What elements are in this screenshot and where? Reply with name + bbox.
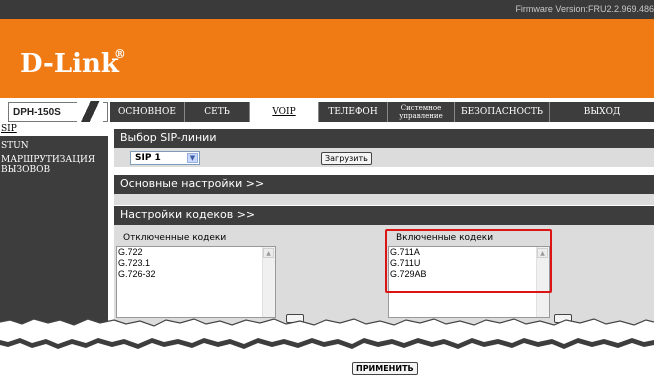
chevron-down-icon[interactable]: ▼ bbox=[187, 153, 198, 163]
sip-line-title: Выбор SIP-линии bbox=[120, 131, 217, 144]
sidebar-item-stun[interactable]: STUN bbox=[0, 139, 108, 153]
model-name: DPH-150S bbox=[13, 107, 61, 118]
list-item[interactable]: G.723.1 bbox=[117, 258, 275, 269]
codec-settings-header[interactable]: Настройки кодеков >> bbox=[114, 206, 654, 225]
firmware-bar: Firmware Version:FRU2.2.969.486 bbox=[0, 0, 654, 19]
scroll-up-icon[interactable]: ▲ bbox=[263, 248, 274, 258]
basic-settings-title: Основные настройки >> bbox=[120, 177, 265, 190]
disabled-codecs-label: Отключенные кодеки bbox=[123, 233, 227, 243]
sidebar-item-call-routing[interactable]: МАРШРУТИЗАЦИЯ ВЫЗОВОВ bbox=[0, 153, 108, 177]
list-item[interactable]: G.722 bbox=[117, 247, 275, 258]
sip-line-select[interactable]: SIP 1 ▼ bbox=[130, 151, 200, 165]
list-item[interactable]: G.726-32 bbox=[117, 269, 275, 280]
model-label: DPH-150S bbox=[8, 101, 108, 123]
tab-phone[interactable]: ТЕЛЕФОН bbox=[319, 102, 388, 122]
tab-basic[interactable]: ОСНОВНОЕ bbox=[110, 102, 185, 122]
apply-button[interactable]: ПРИМЕНИТЬ bbox=[352, 362, 418, 375]
basic-settings-header[interactable]: Основные настройки >> bbox=[114, 175, 654, 194]
main-nav: ОСНОВНОЕ СЕТЬ VOIP ТЕЛЕФОН Системное упр… bbox=[110, 102, 654, 122]
sidebar-item-sip[interactable]: SIP bbox=[0, 122, 108, 136]
codec-settings-title: Настройки кодеков >> bbox=[120, 208, 256, 221]
basic-settings-body bbox=[114, 194, 654, 205]
disabled-codecs-list[interactable]: G.722 G.723.1 G.726-32 ▲ bbox=[116, 246, 276, 318]
slash-decoration bbox=[77, 101, 103, 123]
footer-area: ПРИМЕНИТЬ bbox=[0, 352, 654, 383]
tab-security[interactable]: БЕЗОПАСНОСТЬ bbox=[455, 102, 550, 122]
dlink-logo: D-Link ® bbox=[20, 47, 126, 79]
firmware-version: Firmware Version:FRU2.2.969.486 bbox=[515, 4, 654, 14]
brand-bar: D-Link ® bbox=[0, 19, 654, 98]
load-button[interactable]: Загрузить bbox=[321, 152, 372, 165]
tab-voip[interactable]: VOIP bbox=[250, 102, 319, 122]
tab-logout[interactable]: ВЫХОД bbox=[550, 102, 654, 122]
torn-edge-decoration bbox=[0, 318, 654, 352]
sip-line-selected-value: SIP 1 bbox=[135, 153, 161, 163]
tab-network[interactable]: СЕТЬ bbox=[185, 102, 250, 122]
tab-system-management[interactable]: Системное управление bbox=[388, 102, 455, 122]
enabled-codecs-highlight bbox=[385, 229, 552, 293]
sip-line-header: Выбор SIP-линии bbox=[114, 129, 654, 148]
